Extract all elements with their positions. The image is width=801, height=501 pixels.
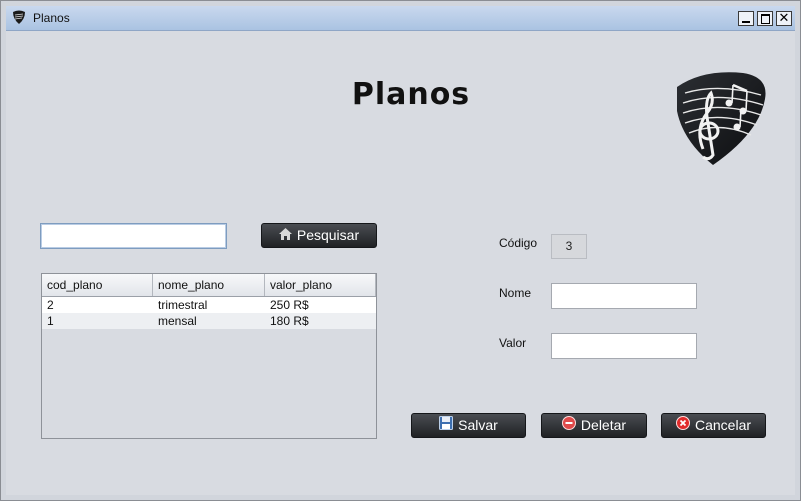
save-button[interactable]: Salvar	[411, 413, 526, 438]
page-title: Planos	[351, 77, 471, 112]
plans-table[interactable]: cod_plano nome_plano valor_plano 2 trime…	[41, 273, 377, 439]
minimize-button[interactable]	[738, 11, 754, 26]
home-icon	[278, 224, 292, 247]
table-cell: 180 R$	[270, 314, 309, 328]
table-cell: 2	[47, 298, 54, 312]
valor-label: Valor	[499, 336, 527, 350]
codigo-label: Código	[499, 236, 538, 250]
table-cell: 1	[47, 314, 54, 328]
column-header-cod-plano[interactable]: cod_plano	[42, 274, 153, 296]
cancel-button-label: Cancelar	[694, 417, 752, 433]
valor-field[interactable]	[551, 333, 697, 359]
codigo-field: 3	[551, 234, 587, 259]
title-bar[interactable]: Planos ✕	[6, 6, 795, 31]
guitar-pick-music-logo	[673, 69, 769, 173]
table-cell: trimestral	[158, 298, 208, 312]
window-title: Planos	[33, 11, 70, 25]
delete-button[interactable]: Deletar	[541, 413, 647, 438]
delete-button-label: Deletar	[580, 417, 627, 433]
x-circle-icon	[675, 414, 690, 437]
nome-label: Nome	[499, 286, 532, 300]
table-cell: mensal	[158, 314, 197, 328]
floppy-disk-icon	[439, 414, 454, 437]
close-icon: ✕	[778, 11, 790, 26]
save-button-label: Salvar	[458, 417, 498, 433]
main-window: Planos ✕ Planos Pesquisar cod_plano nome…	[0, 0, 801, 501]
table-row[interactable]: 2 trimestral 250 R$	[42, 297, 376, 313]
close-button[interactable]: ✕	[776, 11, 792, 26]
cancel-button[interactable]: Cancelar	[661, 413, 766, 438]
search-button-label: Pesquisar	[296, 227, 360, 243]
nome-field[interactable]	[551, 283, 697, 309]
search-input[interactable]	[40, 223, 227, 249]
table-row[interactable]: 1 mensal 180 R$	[42, 313, 376, 329]
guitar-pick-icon	[12, 10, 26, 29]
column-header-nome-plano[interactable]: nome_plano	[153, 274, 265, 296]
minus-circle-icon	[561, 414, 576, 437]
maximize-button[interactable]	[757, 11, 773, 26]
table-cell: 250 R$	[270, 298, 309, 312]
table-header: cod_plano nome_plano valor_plano	[42, 274, 376, 297]
column-header-valor-plano[interactable]: valor_plano	[265, 274, 376, 296]
search-button[interactable]: Pesquisar	[261, 223, 377, 248]
